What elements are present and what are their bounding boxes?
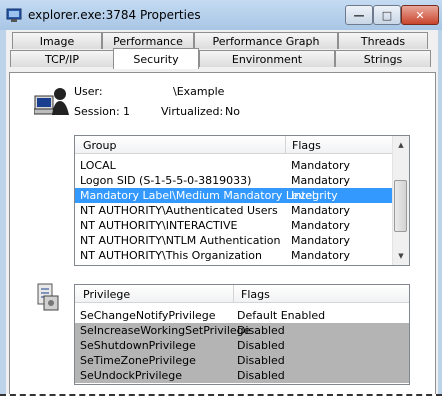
privileges-list-header: Privilege Flags bbox=[75, 285, 409, 303]
tab-label: Performance bbox=[113, 34, 183, 48]
properties-window: explorer.exe:3784 Properties — □ ✕ Image… bbox=[0, 0, 442, 402]
group-flags: Mandatory bbox=[291, 234, 351, 247]
tab-label: Performance Graph bbox=[212, 34, 320, 48]
maximize-button[interactable]: □ bbox=[373, 5, 401, 25]
list-item[interactable]: Logon SID (S-1-5-5-0-3819033) Mandatory bbox=[75, 173, 393, 188]
session-label: Session: bbox=[74, 105, 120, 118]
groups-list-header: Group Flags bbox=[75, 136, 409, 154]
scroll-up-icon[interactable]: ▲ bbox=[393, 137, 409, 153]
privilege-flags: Disabled bbox=[237, 369, 285, 382]
privilege-name: SeShutdownPrivilege bbox=[80, 339, 196, 352]
close-icon: ✕ bbox=[415, 8, 425, 22]
group-name: NT AUTHORITY\This Organization bbox=[80, 249, 262, 262]
privilege-flags: Disabled bbox=[237, 324, 285, 337]
privilege-name: SeIncreaseWorkingSetPrivilege bbox=[80, 324, 251, 337]
column-privilege[interactable]: Privilege bbox=[83, 288, 130, 301]
list-item[interactable]: NT AUTHORITY\NTLM Authentication Mandato… bbox=[75, 233, 393, 248]
group-flags: Mandatory bbox=[291, 159, 351, 172]
tab-threads[interactable]: Threads bbox=[338, 32, 428, 49]
list-item-disabled[interactable]: SeShutdownPrivilege Disabled bbox=[75, 338, 409, 353]
list-item[interactable]: NT AUTHORITY\This Organization Mandatory bbox=[75, 248, 393, 263]
list-item[interactable]: NT AUTHORITY\Authenticated Users Mandato… bbox=[75, 203, 393, 218]
list-item-disabled[interactable]: SeTimeZonePrivilege Disabled bbox=[75, 353, 409, 368]
privilege-name: SeChangeNotifyPrivilege bbox=[80, 309, 216, 322]
group-name: Logon SID (S-1-5-5-0-3819033) bbox=[80, 174, 252, 187]
tab-label: Strings bbox=[363, 52, 403, 66]
list-item[interactable]: SeChangeNotifyPrivilege Default Enabled bbox=[75, 308, 409, 323]
tab-label: Security bbox=[133, 52, 179, 66]
list-item-disabled[interactable]: SeUndockPrivilege Disabled bbox=[75, 368, 409, 383]
group-flags: Mandatory bbox=[291, 174, 351, 187]
privilege-name: SeUndockPrivilege bbox=[80, 369, 183, 382]
tab-image[interactable]: Image bbox=[12, 32, 102, 49]
privilege-name: SeTimeZonePrivilege bbox=[80, 354, 196, 367]
list-item[interactable]: NT AUTHORITY\INTERACTIVE Mandatory bbox=[75, 218, 393, 233]
tab-tcpip[interactable]: TCP/IP bbox=[10, 50, 114, 67]
maximize-icon: □ bbox=[381, 8, 393, 22]
group-name: LOCAL bbox=[80, 159, 116, 172]
list-item-selected[interactable]: Mandatory Label\Medium Mandatory Level I… bbox=[75, 188, 393, 203]
tab-label: Environment bbox=[231, 52, 303, 66]
list-item[interactable]: LOCAL Mandatory bbox=[75, 158, 393, 173]
window-title: explorer.exe:3784 Properties bbox=[28, 8, 201, 22]
scroll-thumb[interactable] bbox=[394, 180, 407, 232]
virtualized-label: Virtualized: bbox=[161, 105, 224, 118]
virtualized-value: No bbox=[225, 105, 240, 118]
group-name: NT AUTHORITY\INTERACTIVE bbox=[80, 219, 238, 232]
column-group[interactable]: Group bbox=[83, 139, 117, 152]
app-icon bbox=[6, 8, 22, 22]
list-item-disabled[interactable]: SeIncreaseWorkingSetPrivilege Disabled bbox=[75, 323, 409, 338]
cropped-edge bbox=[0, 394, 442, 402]
group-flags: Integrity bbox=[291, 189, 338, 202]
group-flags: Mandatory bbox=[291, 249, 351, 262]
privilege-flags: Disabled bbox=[237, 354, 285, 367]
groups-list[interactable]: Group Flags LOCAL Mandatory Logon SID (S… bbox=[74, 135, 410, 266]
privilege-flags: Default Enabled bbox=[237, 309, 326, 322]
group-name: NT AUTHORITY\NTLM Authentication bbox=[80, 234, 281, 247]
session-value: 1 bbox=[123, 105, 130, 118]
user-label: User: bbox=[74, 85, 103, 98]
group-name: NT AUTHORITY\Authenticated Users bbox=[80, 204, 278, 217]
tab-environment[interactable]: Environment bbox=[199, 50, 335, 67]
tab-strings[interactable]: Strings bbox=[335, 50, 431, 67]
group-flags: Mandatory bbox=[291, 219, 351, 232]
group-name: Mandatory Label\Medium Mandatory Level bbox=[80, 189, 315, 202]
tab-performance[interactable]: Performance bbox=[102, 32, 194, 49]
tab-performance-graph[interactable]: Performance Graph bbox=[194, 32, 338, 49]
tab-label: Image bbox=[39, 34, 75, 48]
privilege-flags: Disabled bbox=[237, 339, 285, 352]
column-flags[interactable]: Flags bbox=[292, 139, 321, 152]
groups-scrollbar[interactable]: ▲ ▼ bbox=[392, 136, 409, 265]
privileges-icon bbox=[37, 283, 59, 311]
minimize-icon: — bbox=[353, 8, 365, 22]
group-flags: Mandatory bbox=[291, 204, 351, 217]
scroll-down-icon[interactable]: ▼ bbox=[393, 248, 409, 264]
user-computer-icon bbox=[34, 88, 69, 115]
privileges-list[interactable]: Privilege Flags SeChangeNotifyPrivilege … bbox=[74, 284, 410, 385]
title-bar[interactable]: explorer.exe:3784 Properties — □ ✕ bbox=[0, 0, 442, 30]
column-privilege-flags[interactable]: Flags bbox=[241, 288, 270, 301]
user-value: \Example bbox=[173, 85, 225, 98]
tab-label: TCP/IP bbox=[45, 52, 79, 66]
minimize-button[interactable]: — bbox=[345, 5, 373, 25]
tab-label: Threads bbox=[360, 34, 406, 48]
tab-security[interactable]: Security bbox=[113, 48, 199, 69]
close-button[interactable]: ✕ bbox=[401, 5, 439, 25]
